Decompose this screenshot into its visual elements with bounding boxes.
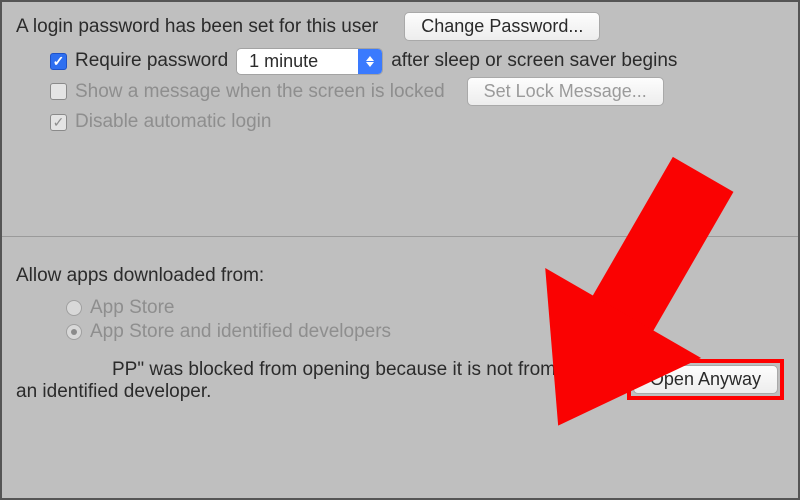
disable-auto-login-label: Disable automatic login (75, 111, 271, 133)
allow-app-store-label: App Store (90, 297, 175, 319)
open-anyway-highlight: Open Anyway (627, 359, 784, 400)
set-lock-message-button[interactable]: Set Lock Message... (467, 77, 664, 106)
require-password-delay-select[interactable]: 1 minute (236, 48, 383, 75)
allow-app-store-radio[interactable] (66, 300, 82, 316)
change-password-button[interactable]: Change Password... (404, 12, 600, 41)
stepper-arrows-icon (358, 48, 382, 75)
allow-apps-heading: Allow apps downloaded from: (16, 265, 784, 287)
require-password-label: Require password (75, 50, 228, 72)
require-password-checkbox[interactable] (50, 53, 67, 70)
after-sleep-text: after sleep or screen saver begins (391, 50, 677, 72)
require-password-delay-value: 1 minute (237, 51, 358, 72)
allow-identified-developers-radio[interactable] (66, 324, 82, 340)
allow-identified-developers-label: App Store and identified developers (90, 321, 391, 343)
password-info-text: A login password has been set for this u… (16, 16, 378, 38)
open-anyway-button[interactable]: Open Anyway (633, 365, 778, 394)
disable-auto-login-checkbox[interactable] (50, 114, 67, 131)
show-lock-message-label: Show a message when the screen is locked (75, 81, 445, 103)
show-lock-message-checkbox[interactable] (50, 83, 67, 100)
blocked-app-message: PP" was blocked from opening because it … (16, 359, 627, 403)
